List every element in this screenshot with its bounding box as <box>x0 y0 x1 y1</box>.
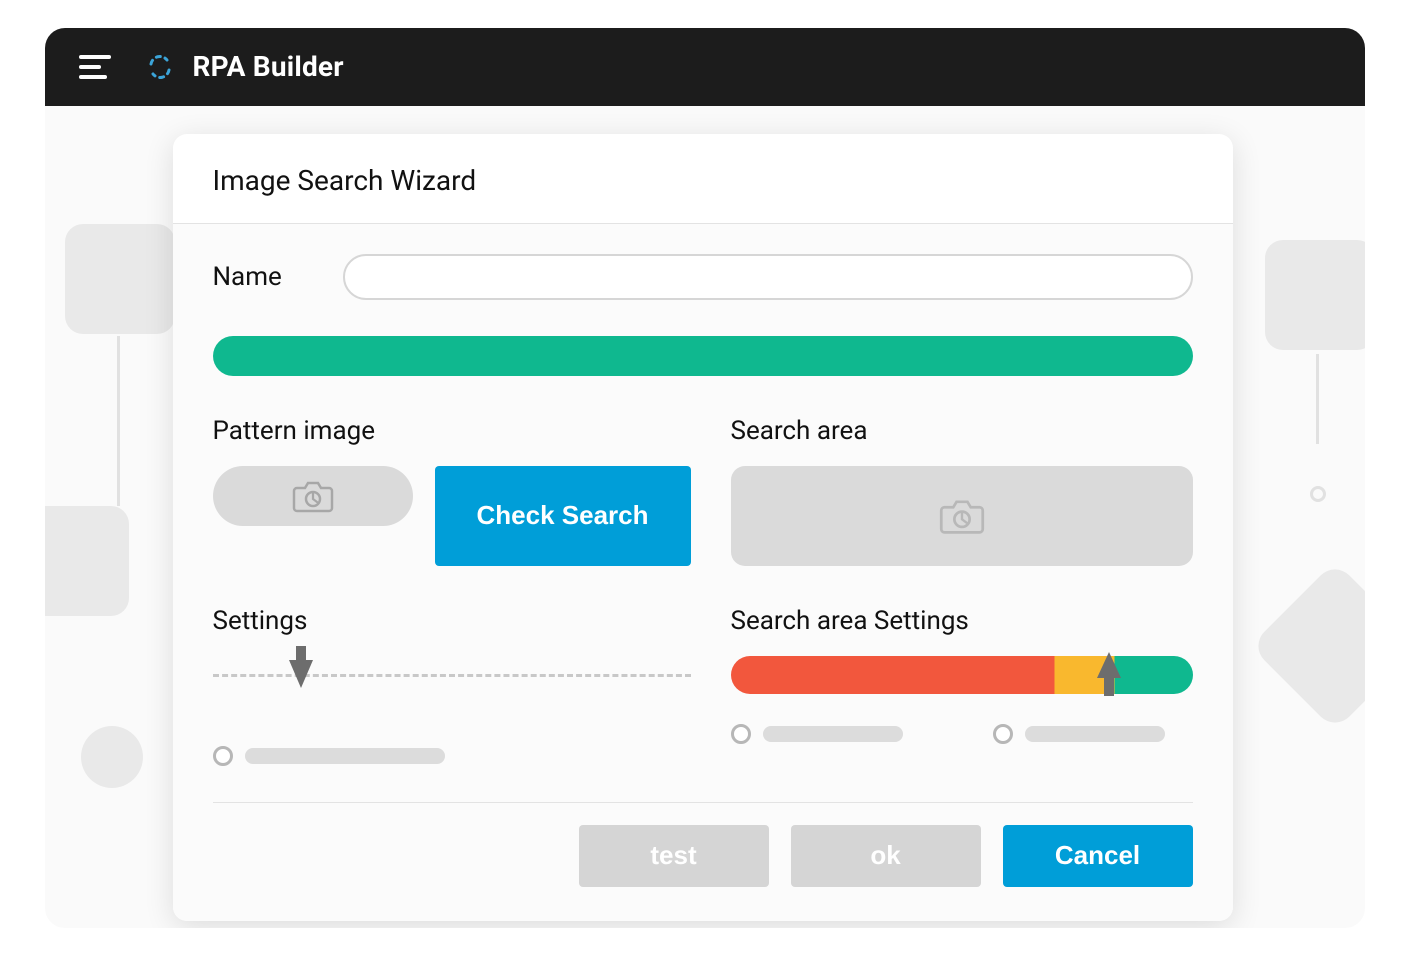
app-logo-icon <box>147 54 173 80</box>
bg-node <box>1250 561 1365 731</box>
bg-connector <box>117 336 120 506</box>
option-placeholder <box>1025 726 1165 742</box>
option-placeholder <box>763 726 903 742</box>
settings-slider[interactable] <box>213 656 691 716</box>
camera-icon <box>291 478 335 514</box>
canvas: Image Search Wizard Name Pattern image <box>45 106 1365 928</box>
ok-button[interactable]: ok <box>791 825 981 887</box>
app-window: RPA Builder Image Search Wizard Name <box>45 28 1365 928</box>
wizard-dialog: Image Search Wizard Name Pattern image <box>173 134 1233 921</box>
bg-node <box>65 224 175 334</box>
bg-node <box>1265 240 1365 350</box>
name-input[interactable] <box>343 254 1193 300</box>
bg-connector <box>1316 354 1319 444</box>
status-bar <box>213 336 1193 376</box>
titlebar: RPA Builder <box>45 28 1365 106</box>
dialog-body: Name Pattern image <box>173 224 1233 921</box>
slider-handle-icon[interactable] <box>1097 652 1121 696</box>
bg-node <box>81 726 143 788</box>
option-placeholder <box>245 748 445 764</box>
search-area-label: Search area <box>731 416 1193 446</box>
settings-option[interactable] <box>213 746 691 766</box>
camera-icon <box>938 496 986 536</box>
title-group: RPA Builder <box>147 50 344 83</box>
search-area-settings-label: Search area Settings <box>731 606 1193 636</box>
pattern-image-label: Pattern image <box>213 416 691 446</box>
name-label: Name <box>213 262 303 292</box>
dialog-title: Image Search Wizard <box>173 134 1233 224</box>
slider-handle-icon[interactable] <box>289 660 313 688</box>
radio-icon[interactable] <box>993 724 1013 744</box>
search-area-section: Search area Search area S <box>731 416 1193 766</box>
radio-icon[interactable] <box>213 746 233 766</box>
bg-node <box>45 506 129 616</box>
threshold-slider[interactable] <box>731 656 1193 694</box>
app-title: RPA Builder <box>193 50 344 83</box>
test-button[interactable]: test <box>579 825 769 887</box>
pattern-capture-button[interactable] <box>213 466 413 526</box>
area-option-1[interactable] <box>731 724 903 744</box>
menu-icon[interactable] <box>79 55 111 79</box>
dialog-footer: test ok Cancel <box>213 802 1193 905</box>
name-row: Name <box>213 254 1193 300</box>
pattern-image-section: Pattern image <box>213 416 691 766</box>
bg-node-dot <box>1310 486 1326 502</box>
cancel-button[interactable]: Cancel <box>1003 825 1193 887</box>
check-search-button[interactable]: Check Search <box>435 466 691 566</box>
search-area-capture-button[interactable] <box>731 466 1193 566</box>
radio-icon[interactable] <box>731 724 751 744</box>
settings-label: Settings <box>213 606 691 636</box>
area-option-2[interactable] <box>993 724 1165 744</box>
